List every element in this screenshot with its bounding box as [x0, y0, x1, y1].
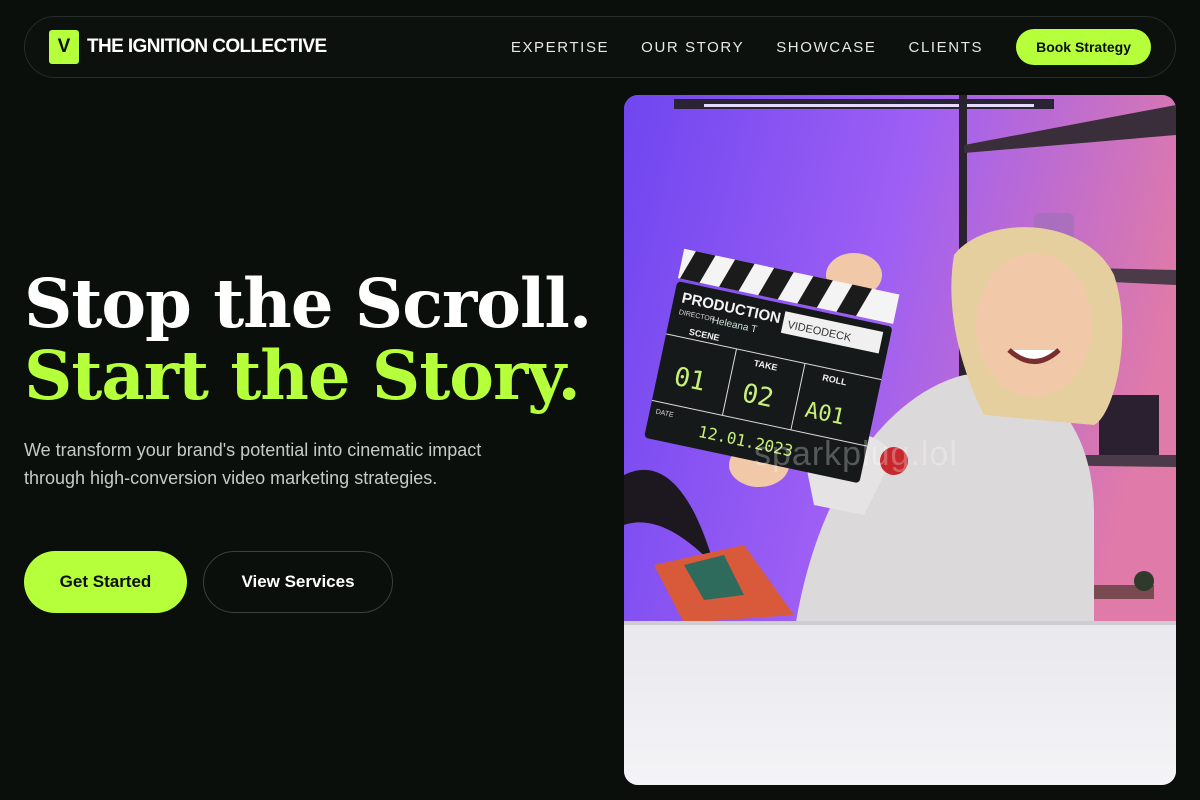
nav-link-our-story[interactable]: OUR STORY: [641, 39, 744, 56]
book-strategy-button[interactable]: Book Strategy: [1016, 29, 1151, 65]
nav-link-expertise[interactable]: EXPERTISE: [511, 39, 609, 56]
get-started-button[interactable]: Get Started: [24, 551, 187, 613]
clapper-take-value: 02: [739, 378, 776, 414]
desk-edge: [624, 621, 1176, 625]
view-services-button[interactable]: View Services: [203, 551, 393, 613]
brand-name: THE IGNITION COLLECTIVE: [87, 36, 327, 57]
light-tube: [704, 104, 1034, 107]
desk: [624, 623, 1176, 785]
hero-photo: PRODUCTION DIRECTOR Heleana T VIDEODECK …: [624, 95, 1176, 785]
hero-title-line1: Stop the Scroll.: [24, 264, 592, 343]
clapper-scene-value: 01: [671, 362, 708, 398]
logo-mark: V: [49, 30, 79, 64]
hero-title-line2: Start the Story.: [24, 336, 581, 415]
nav-links: EXPERTISE OUR STORY SHOWCASE CLIENTS: [511, 39, 983, 56]
face: [976, 253, 1092, 397]
small-plant: [1134, 571, 1154, 591]
watermark-text: sparkplug.lol: [754, 435, 958, 473]
nav-link-clients[interactable]: CLIENTS: [909, 39, 984, 56]
brand-logo[interactable]: V THE IGNITION COLLECTIVE: [49, 30, 327, 64]
hero-description: We transform your brand's potential into…: [24, 440, 482, 488]
top-navbar: V THE IGNITION COLLECTIVE EXPERTISE OUR …: [24, 16, 1176, 78]
hero-title: Stop the Scroll. Start the Story.: [24, 268, 604, 412]
nav-link-showcase[interactable]: SHOWCASE: [776, 39, 876, 56]
